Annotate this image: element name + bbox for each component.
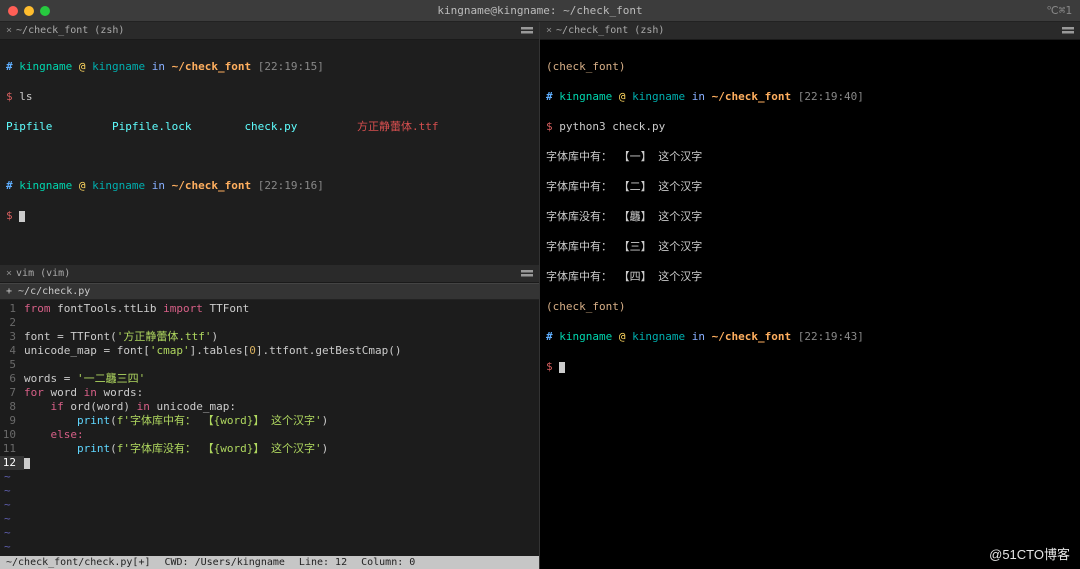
right-column: × ~/check_font (zsh) (check_font) # king… (540, 22, 1080, 569)
window-titlebar: kingname@kingname: ~/check_font ℃⌘1 (0, 0, 1080, 22)
cursor-icon (559, 362, 565, 373)
vim-empty-line: ~ (0, 512, 539, 526)
venv-label: (check_font) (546, 300, 625, 313)
close-icon[interactable] (8, 6, 18, 16)
vim-empty-line: ~ (0, 484, 539, 498)
command-text: ls (19, 90, 32, 103)
window-title: kingname@kingname: ~/check_font (437, 4, 642, 17)
watermark: @51CTO博客 (989, 544, 1070, 563)
output-line: 字体库中有： 【二】 这个汉字 (546, 179, 1074, 194)
workspace: × ~/check_font (zsh) # kingname @ kingna… (0, 22, 1080, 569)
output-line: 字体库中有： 【四】 这个汉字 (546, 269, 1074, 284)
prompt-hash: # (6, 60, 13, 73)
left-terminal[interactable]: # kingname @ kingname in ~/check_font [2… (0, 40, 539, 265)
left-column: × ~/check_font (zsh) # kingname @ kingna… (0, 22, 540, 569)
right-tabbar: × ~/check_font (zsh) (540, 22, 1080, 40)
menu-icon[interactable] (521, 27, 533, 35)
menu-icon[interactable] (1062, 27, 1074, 35)
status-line: Line: 12 (299, 557, 347, 568)
command-text: python3 check.py (559, 120, 665, 133)
menu-icon[interactable] (521, 270, 533, 278)
tab-label[interactable]: ~/check_font (zsh) (16, 25, 124, 36)
vim-empty-line: ~ (0, 498, 539, 512)
output-line: 字体库中有： 【一】 这个汉字 (546, 149, 1074, 164)
cursor-icon (24, 458, 30, 469)
status-path: ~/check_font/check.py[+] (6, 557, 151, 568)
right-terminal[interactable]: (check_font) # kingname @ kingname in ~/… (540, 40, 1080, 569)
close-icon[interactable]: × (6, 268, 12, 279)
output-line: 字体库中有： 【三】 这个汉字 (546, 239, 1074, 254)
minimize-icon[interactable] (24, 6, 34, 16)
venv-label: (check_font) (546, 60, 625, 73)
tab-label[interactable]: vim (vim) (16, 268, 70, 279)
vim-empty-line: ~ (0, 540, 539, 554)
vim-file-header: + ~/c/check.py (0, 283, 539, 300)
tab-label[interactable]: ~/check_font (zsh) (556, 25, 664, 36)
maximize-icon[interactable] (40, 6, 50, 16)
traffic-lights (8, 6, 50, 16)
close-icon[interactable]: × (6, 25, 12, 36)
output-line: 字体库没有： 【龘】 这个汉字 (546, 209, 1074, 224)
status-col: Column: 0 (361, 557, 415, 568)
vim-empty-line: ~ (0, 526, 539, 540)
vim-editor[interactable]: 1from fontTools.ttLib import TTFont 2 3f… (0, 300, 539, 556)
vim-statusbar: ~/check_font/check.py[+] CWD: /Users/kin… (0, 556, 539, 569)
vim-empty-line: ~ (0, 470, 539, 484)
status-cwd: CWD: /Users/kingname (165, 557, 285, 568)
close-icon[interactable]: × (546, 25, 552, 36)
vim-tabbar: × vim (vim) (0, 265, 539, 283)
cursor-icon (19, 211, 25, 222)
left-top-tabbar: × ~/check_font (zsh) (0, 22, 539, 40)
window-right-indicator: ℃⌘1 (1046, 4, 1072, 17)
